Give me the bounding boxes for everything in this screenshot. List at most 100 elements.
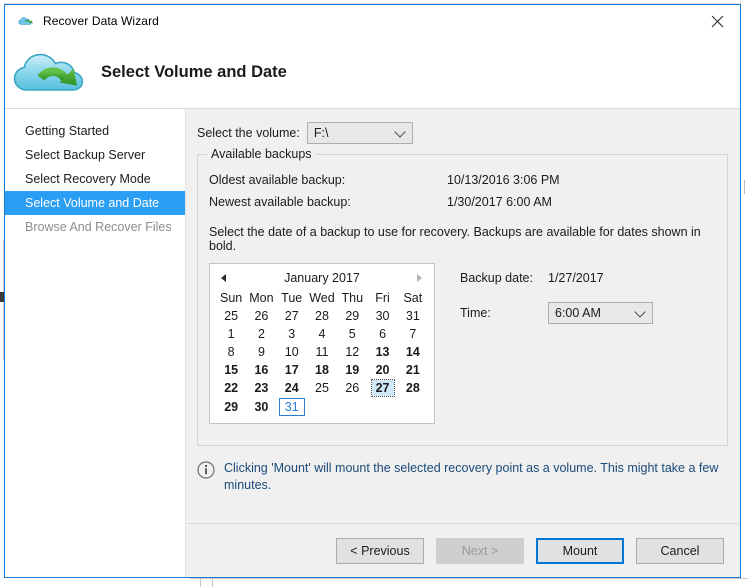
calendar-day-25[interactable]: 25 bbox=[307, 379, 337, 397]
calendar-day-25[interactable]: 25 bbox=[216, 307, 246, 325]
calendar-day-empty bbox=[367, 397, 397, 417]
sidebar-item-select-volume-and-date[interactable]: Select Volume and Date bbox=[5, 191, 185, 215]
calendar-day-11[interactable]: 11 bbox=[307, 343, 337, 361]
calendar-day-30[interactable]: 30 bbox=[246, 397, 276, 417]
calendar-control[interactable]: January 2017 Sun Mon Tue Wed Thu Fri Sat… bbox=[209, 263, 435, 424]
calendar-day-5[interactable]: 5 bbox=[337, 325, 367, 343]
close-icon[interactable] bbox=[694, 5, 740, 37]
calendar-day-27[interactable]: 27 bbox=[277, 307, 307, 325]
available-backups-group: Available backups Oldest available backu… bbox=[197, 147, 728, 446]
calendar-day-label: 21 bbox=[405, 363, 420, 377]
sidebar-item-select-recovery-mode[interactable]: Select Recovery Mode bbox=[5, 167, 185, 191]
calendar-day-6[interactable]: 6 bbox=[367, 325, 397, 343]
recover-data-wizard-dialog: Recover Data Wizard Select Volume and Da… bbox=[4, 4, 741, 578]
calendar-day-label: 15 bbox=[224, 363, 239, 377]
calendar-day-4[interactable]: 4 bbox=[307, 325, 337, 343]
oldest-backup-value: 10/13/2016 3:06 PM bbox=[447, 173, 560, 187]
calendar-day-label bbox=[311, 409, 333, 411]
wizard-step-nav: Getting Started Select Backup Server Sel… bbox=[5, 109, 186, 577]
calendar-day-19[interactable]: 19 bbox=[337, 361, 367, 379]
calendar-day-30[interactable]: 30 bbox=[367, 307, 397, 325]
calendar-day-label: 27 bbox=[370, 379, 395, 397]
calendar-day-empty bbox=[307, 397, 337, 417]
calendar-day-21[interactable]: 21 bbox=[398, 361, 428, 379]
calendar-day-24[interactable]: 24 bbox=[277, 379, 307, 397]
calendar-day-13[interactable]: 13 bbox=[367, 343, 397, 361]
oldest-backup-row: Oldest available backup: 10/13/2016 3:06… bbox=[209, 169, 727, 191]
calendar-week-row: 15 16 17 18 19 20 21 bbox=[216, 361, 428, 379]
time-row: Time: 6:00 AM bbox=[460, 302, 653, 324]
calendar-week-row: 8 9 10 11 12 13 14 bbox=[216, 343, 428, 361]
sidebar-item-select-backup-server[interactable]: Select Backup Server bbox=[5, 143, 185, 167]
calendar-day-28[interactable]: 28 bbox=[398, 379, 428, 397]
calendar-day-28[interactable]: 28 bbox=[307, 307, 337, 325]
dialog-body: Getting Started Select Backup Server Sel… bbox=[5, 109, 740, 577]
weekday-header: Sun bbox=[220, 291, 243, 305]
calendar-day-label: 30 bbox=[254, 400, 269, 414]
sidebar-item-browse-and-recover-files[interactable]: Browse And Recover Files bbox=[5, 215, 185, 239]
calendar-day-15[interactable]: 15 bbox=[216, 361, 246, 379]
calendar-day-label: 10 bbox=[284, 345, 299, 359]
calendar-day-23[interactable]: 23 bbox=[246, 379, 276, 397]
triangle-left-icon[interactable] bbox=[219, 272, 229, 284]
calendar-day-label bbox=[402, 409, 424, 411]
time-dropdown[interactable]: 6:00 AM bbox=[548, 302, 653, 324]
calendar-grid: Sun Mon Tue Wed Thu Fri Sat 25 26 27 28 29 30… bbox=[216, 290, 428, 417]
calendar-day-label: 28 bbox=[405, 381, 420, 395]
time-label: Time: bbox=[460, 306, 491, 320]
calendar-day-9[interactable]: 9 bbox=[246, 343, 276, 361]
calendar-day-26[interactable]: 26 bbox=[246, 307, 276, 325]
calendar-day-7[interactable]: 7 bbox=[398, 325, 428, 343]
calendar-day-1[interactable]: 1 bbox=[216, 325, 246, 343]
weekday-header: Thu bbox=[341, 291, 364, 305]
chevron-down-icon bbox=[634, 306, 646, 318]
newest-backup-value: 1/30/2017 6:00 AM bbox=[447, 195, 552, 209]
calendar-day-12[interactable]: 12 bbox=[337, 343, 367, 361]
calendar-weekday-row: Sun Mon Tue Wed Thu Fri Sat bbox=[216, 290, 428, 307]
mount-button[interactable]: Mount bbox=[536, 537, 624, 564]
calendar-day-17[interactable]: 17 bbox=[277, 361, 307, 379]
calendar-day-29[interactable]: 29 bbox=[216, 397, 246, 417]
weekday-header: Mon bbox=[249, 291, 274, 305]
calendar-day-8[interactable]: 8 bbox=[216, 343, 246, 361]
calendar-day-29[interactable]: 29 bbox=[337, 307, 367, 325]
calendar-day-26[interactable]: 26 bbox=[337, 379, 367, 397]
calendar-day-27[interactable]: 27 bbox=[367, 379, 397, 397]
weekday-header: Fri bbox=[375, 291, 390, 305]
calendar-month-title[interactable]: January 2017 bbox=[284, 271, 360, 285]
calendar-day-label: 17 bbox=[284, 363, 299, 377]
calendar-day-empty bbox=[398, 397, 428, 417]
window-title: Recover Data Wizard bbox=[43, 14, 159, 28]
time-dropdown-value: 6:00 AM bbox=[555, 306, 601, 320]
calendar-day-label: 25 bbox=[224, 309, 239, 323]
calendar-day-20[interactable]: 20 bbox=[367, 361, 397, 379]
calendar-day-22[interactable]: 22 bbox=[216, 379, 246, 397]
calendar-day-empty bbox=[337, 397, 367, 417]
volume-dropdown[interactable]: F:\ bbox=[306, 122, 413, 144]
calendar-day-14[interactable]: 14 bbox=[398, 343, 428, 361]
calendar-week-row: 29 30 31 bbox=[216, 397, 428, 417]
calendar-day-16[interactable]: 16 bbox=[246, 361, 276, 379]
backup-date-row: Backup date: 1/27/2017 bbox=[460, 267, 653, 289]
calendar-day-31[interactable]: 31 bbox=[277, 397, 307, 417]
calendar-day-31[interactable]: 31 bbox=[398, 307, 428, 325]
previous-button[interactable]: < Previous bbox=[336, 537, 424, 564]
available-backups-legend: Available backups bbox=[207, 147, 316, 161]
volume-selector-row: Select the volume: F:\ bbox=[197, 122, 740, 144]
cancel-button[interactable]: Cancel bbox=[636, 537, 724, 564]
calendar-day-18[interactable]: 18 bbox=[307, 361, 337, 379]
selected-backup-details: Backup date: 1/27/2017 Time: 6:00 AM bbox=[460, 263, 653, 324]
calendar-day-label: 19 bbox=[345, 363, 360, 377]
calendar-day-label: 29 bbox=[345, 309, 360, 323]
sidebar-item-getting-started[interactable]: Getting Started bbox=[5, 119, 185, 143]
calendar-day-3[interactable]: 3 bbox=[277, 325, 307, 343]
backup-date-label: Backup date: bbox=[460, 271, 533, 285]
triangle-right-icon[interactable] bbox=[415, 272, 425, 284]
calendar-day-2[interactable]: 2 bbox=[246, 325, 276, 343]
calendar-day-label: 24 bbox=[284, 381, 299, 395]
date-instruction-text: Select the date of a backup to use for r… bbox=[209, 225, 701, 253]
newest-backup-row: Newest available backup: 1/30/2017 6:00 … bbox=[209, 191, 727, 213]
background-right-panel bbox=[740, 0, 748, 587]
calendar-day-10[interactable]: 10 bbox=[277, 343, 307, 361]
calendar-day-label: 27 bbox=[284, 309, 299, 323]
